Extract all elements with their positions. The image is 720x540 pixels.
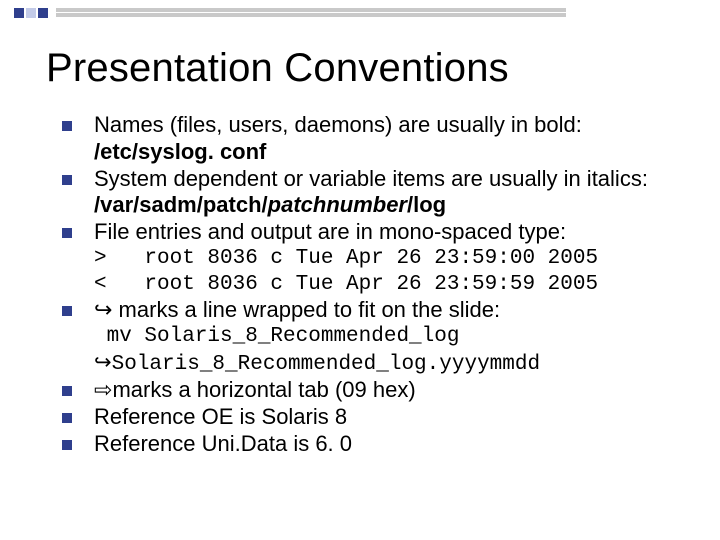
bullet-icon <box>62 175 72 185</box>
slide-title: Presentation Conventions <box>46 46 509 91</box>
bullet-text: System dependent or variable items are u… <box>94 166 648 191</box>
bullet-text: File entries and output are in mono-spac… <box>94 219 566 244</box>
bullet-item: Reference OE is Solaris 8 <box>62 404 690 431</box>
bullet-icon <box>62 228 72 238</box>
bullet-icon <box>62 386 72 396</box>
decor-square <box>38 8 48 18</box>
bullet-item: System dependent or variable items are u… <box>62 166 690 220</box>
bullet-icon <box>62 440 72 450</box>
bullet-text: Reference Uni.Data is 6. 0 <box>94 431 690 458</box>
bullet-icon <box>62 121 72 131</box>
wrap-icon: ↪ <box>94 351 112 374</box>
slide-body: Names (files, users, daemons) are usuall… <box>62 112 690 458</box>
example-bold: /etc/syslog. conf <box>94 139 266 164</box>
bullet-text: marks a horizontal tab (09 hex) <box>112 377 415 402</box>
code-line: mv Solaris_8_Recommended_log <box>94 324 690 350</box>
code-line: < root 8036 c Tue Apr 26 23:59:59 2005 <box>94 272 690 298</box>
slide: Presentation Conventions Names (files, u… <box>0 0 720 540</box>
bullet-text: marks a line wrapped to fit on the slide… <box>112 297 500 322</box>
bullet-item: Reference Uni.Data is 6. 0 <box>62 431 690 458</box>
bullet-item: ⇨marks a horizontal tab (09 hex) <box>62 377 690 404</box>
code-line: ↪Solaris_8_Recommended_log.yyyymmdd <box>94 350 690 378</box>
bullet-icon <box>62 306 72 316</box>
bullet-item: ↪ marks a line wrapped to fit on the sli… <box>62 297 690 324</box>
decor-square <box>14 8 24 18</box>
tab-icon: ⇨ <box>94 377 112 402</box>
bullet-text: Names (files, users, daemons) are usuall… <box>94 112 582 137</box>
code-line: > root 8036 c Tue Apr 26 23:59:00 2005 <box>94 246 690 272</box>
bullet-icon <box>62 413 72 423</box>
example-bold: /var/sadm/patch/ <box>94 192 268 217</box>
example-bold: /log <box>407 192 446 217</box>
wrap-icon: ↪ <box>94 297 112 322</box>
bullet-item: Names (files, users, daemons) are usuall… <box>62 112 690 166</box>
bullet-text: Reference OE is Solaris 8 <box>94 404 690 431</box>
decor-bars <box>56 8 566 18</box>
bullet-item: File entries and output are in mono-spac… <box>62 219 690 297</box>
example-italic: patchnumber <box>268 192 407 217</box>
slide-decor <box>14 8 566 18</box>
decor-square <box>26 8 36 18</box>
